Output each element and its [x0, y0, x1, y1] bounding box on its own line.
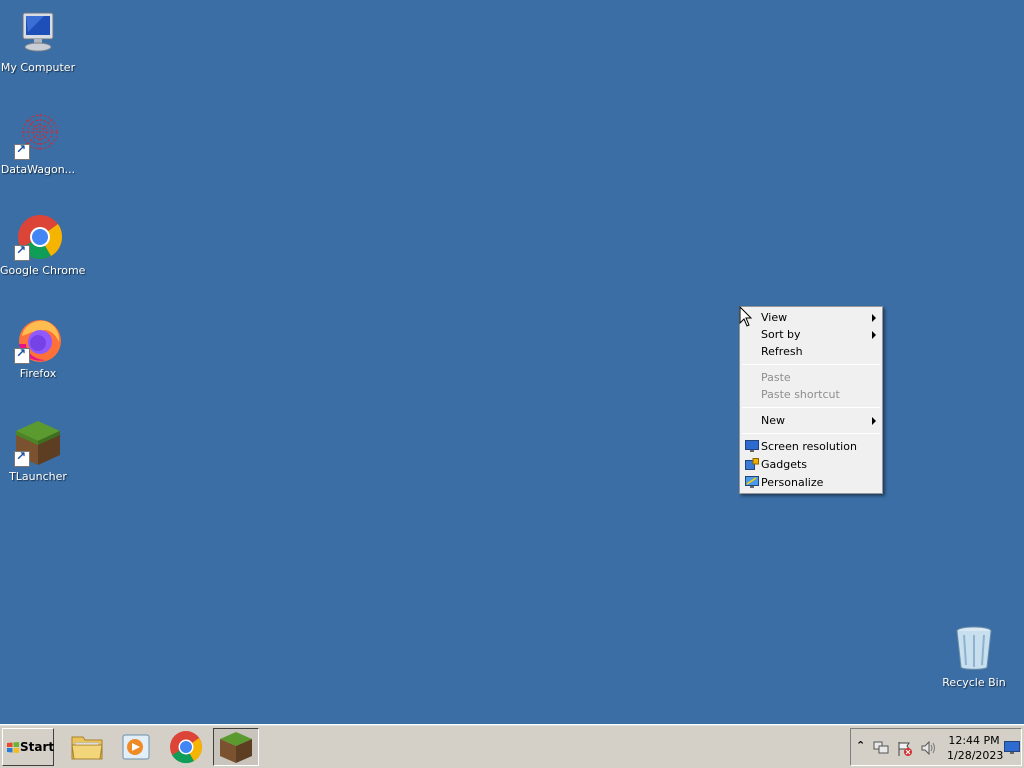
desktop-icon-label: Google Chrome: [0, 264, 86, 277]
submenu-arrow-icon: [872, 314, 876, 322]
desktop-icon-label: DataWagon...: [0, 163, 76, 176]
menu-separator: [742, 407, 880, 408]
shortcut-arrow-icon: [14, 243, 30, 261]
screen-resolution-icon: [745, 440, 759, 452]
desktop-icon-label: My Computer: [0, 61, 76, 74]
desktop-icon-google-chrome[interactable]: Google Chrome: [0, 213, 86, 277]
desktop-icon-datawagon[interactable]: DataWagon...: [0, 112, 76, 176]
network-icon[interactable]: [873, 741, 889, 755]
tlauncher-icon: [220, 732, 252, 763]
media-player-icon: [122, 734, 150, 760]
desktop-context-menu: View Sort by Refresh Paste Paste shortcu…: [739, 306, 883, 494]
desktop-icon-firefox[interactable]: Firefox: [0, 316, 76, 380]
show-hidden-icons-icon[interactable]: ⌃: [856, 739, 865, 752]
taskbar-file-explorer[interactable]: [64, 728, 110, 766]
desktop-icon-my-computer[interactable]: My Computer: [0, 10, 76, 74]
desktop-icon-tlauncher[interactable]: TLauncher: [0, 419, 76, 483]
menu-item-label: Paste shortcut: [761, 388, 840, 401]
clock[interactable]: 12:44 PM 1/28/2023: [947, 733, 1004, 763]
menu-item-label: View: [761, 311, 788, 324]
windows-logo-icon: [7, 742, 19, 753]
personalize-icon: [745, 476, 759, 488]
menu-item-gadgets[interactable]: Gadgets: [740, 456, 882, 474]
clock-date: 1/28/2023: [947, 749, 1004, 762]
desktop-icon-label: Recycle Bin: [942, 676, 1006, 689]
menu-item-personalize[interactable]: Personalize: [740, 474, 882, 492]
show-desktop-icon[interactable]: [1004, 741, 1020, 755]
start-label: Start: [20, 740, 55, 754]
taskbar: Start ⌃ 12:44 PM 1/28/2023: [0, 724, 1024, 768]
menu-item-sort-by[interactable]: Sort by: [740, 326, 882, 343]
start-button[interactable]: Start: [2, 728, 54, 766]
menu-item-label: Screen resolution: [761, 440, 857, 453]
shortcut-arrow-icon: [14, 346, 30, 364]
menu-separator: [742, 433, 880, 434]
menu-item-paste: Paste: [740, 369, 882, 386]
menu-separator: [742, 364, 880, 365]
my-computer-icon: [14, 10, 62, 58]
menu-item-view[interactable]: View: [740, 309, 882, 326]
desktop-icon-label: TLauncher: [9, 470, 67, 483]
menu-item-label: Refresh: [761, 345, 803, 358]
recycle-bin-icon: [950, 625, 998, 673]
submenu-arrow-icon: [872, 331, 876, 339]
menu-item-paste-shortcut: Paste shortcut: [740, 386, 882, 403]
clock-time: 12:44 PM: [948, 734, 1000, 747]
menu-item-label: Gadgets: [761, 458, 808, 471]
menu-item-refresh[interactable]: Refresh: [740, 343, 882, 360]
gadgets-icon: [745, 458, 759, 470]
submenu-arrow-icon: [872, 417, 876, 425]
chrome-icon: [170, 731, 203, 764]
menu-item-label: Paste: [761, 371, 791, 384]
tlauncher-icon: [14, 419, 62, 467]
taskbar-tlauncher[interactable]: [213, 728, 259, 766]
menu-item-new[interactable]: New: [740, 412, 882, 429]
shortcut-arrow-icon: [14, 142, 30, 160]
system-tray: ⌃ 12:44 PM 1/28/2023: [850, 728, 1022, 766]
mouse-cursor-icon: [739, 306, 753, 327]
shortcut-arrow-icon: [14, 449, 30, 467]
firefox-icon: [14, 316, 62, 364]
taskbar-media-player[interactable]: [112, 728, 158, 766]
menu-item-label: Sort by: [761, 328, 801, 341]
menu-item-screen-resolution[interactable]: Screen resolution: [740, 438, 882, 456]
action-center-icon[interactable]: [897, 741, 913, 757]
chrome-icon: [14, 213, 63, 261]
desktop-icon-recycle-bin[interactable]: Recycle Bin: [936, 625, 1012, 689]
taskbar-chrome[interactable]: [163, 728, 209, 766]
volume-icon[interactable]: [921, 741, 937, 755]
menu-item-label: Personalize: [761, 476, 824, 489]
menu-item-label: New: [761, 414, 785, 427]
datawagon-icon: [14, 112, 62, 160]
desktop-icon-label: Firefox: [19, 367, 57, 380]
file-explorer-icon: [71, 736, 103, 760]
